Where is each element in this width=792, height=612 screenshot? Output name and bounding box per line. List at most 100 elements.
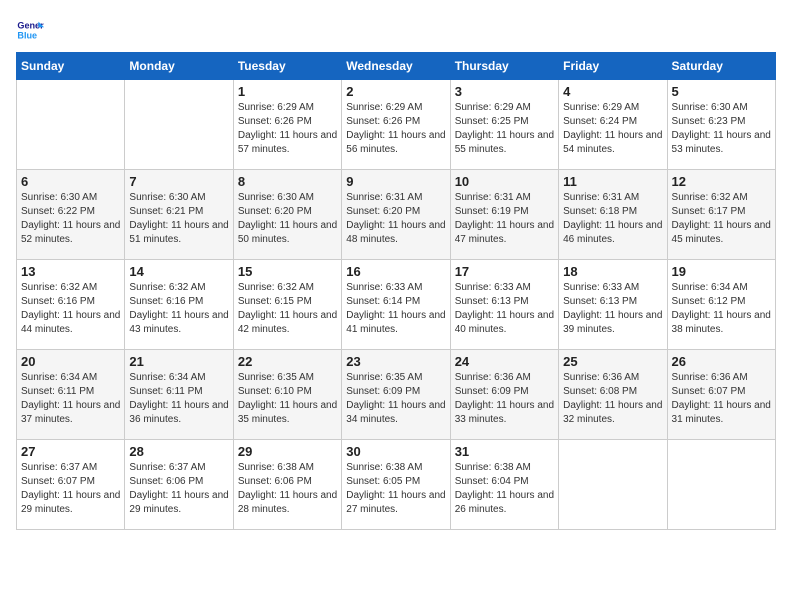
day-number: 9 (346, 174, 445, 189)
day-detail: Sunrise: 6:32 AMSunset: 6:16 PMDaylight:… (21, 281, 120, 337)
logo: General Blue (16, 16, 44, 44)
day-detail: Sunrise: 6:31 AMSunset: 6:19 PMDaylight:… (455, 191, 554, 247)
day-detail: Sunrise: 6:33 AMSunset: 6:13 PMDaylight:… (455, 281, 554, 337)
day-detail: Sunrise: 6:29 AMSunset: 6:25 PMDaylight:… (455, 101, 554, 157)
calendar-week-row: 6 Sunrise: 6:30 AMSunset: 6:22 PMDaylight… (17, 170, 776, 260)
calendar-cell: 11 Sunrise: 6:31 AMSunset: 6:18 PMDayligh… (559, 170, 667, 260)
day-number: 22 (238, 354, 337, 369)
day-detail: Sunrise: 6:29 AMSunset: 6:26 PMDaylight:… (238, 101, 337, 157)
calendar-cell: 21 Sunrise: 6:34 AMSunset: 6:11 PMDayligh… (125, 350, 233, 440)
calendar-cell: 26 Sunrise: 6:36 AMSunset: 6:07 PMDayligh… (667, 350, 775, 440)
day-detail: Sunrise: 6:36 AMSunset: 6:09 PMDaylight:… (455, 371, 554, 427)
calendar-cell (125, 80, 233, 170)
day-number: 23 (346, 354, 445, 369)
weekday-header-friday: Friday (559, 53, 667, 80)
day-number: 8 (238, 174, 337, 189)
day-number: 20 (21, 354, 120, 369)
calendar-cell: 10 Sunrise: 6:31 AMSunset: 6:19 PMDayligh… (450, 170, 558, 260)
calendar-cell: 23 Sunrise: 6:35 AMSunset: 6:09 PMDayligh… (342, 350, 450, 440)
day-number: 28 (129, 444, 228, 459)
day-number: 24 (455, 354, 554, 369)
calendar-cell: 6 Sunrise: 6:30 AMSunset: 6:22 PMDaylight… (17, 170, 125, 260)
day-number: 13 (21, 264, 120, 279)
calendar-cell: 29 Sunrise: 6:38 AMSunset: 6:06 PMDayligh… (233, 440, 341, 530)
calendar-cell (559, 440, 667, 530)
calendar-week-row: 27Sunrise: 6:37 AMSunset: 6:07 PMDayligh… (17, 440, 776, 530)
calendar-cell: 5Sunrise: 6:30 AMSunset: 6:23 PMDaylight… (667, 80, 775, 170)
day-detail: Sunrise: 6:29 AMSunset: 6:24 PMDaylight:… (563, 101, 662, 157)
day-detail: Sunrise: 6:36 AMSunset: 6:07 PMDaylight:… (672, 371, 771, 427)
day-number: 2 (346, 84, 445, 99)
weekday-header-wednesday: Wednesday (342, 53, 450, 80)
day-detail: Sunrise: 6:30 AMSunset: 6:21 PMDaylight:… (129, 191, 228, 247)
day-detail: Sunrise: 6:34 AMSunset: 6:11 PMDaylight:… (129, 371, 228, 427)
page-header: General Blue (16, 16, 776, 44)
day-detail: Sunrise: 6:37 AMSunset: 6:06 PMDaylight:… (129, 461, 228, 517)
calendar-week-row: 20 Sunrise: 6:34 AMSunset: 6:11 PMDayligh… (17, 350, 776, 440)
calendar-week-row: 13 Sunrise: 6:32 AMSunset: 6:16 PMDayligh… (17, 260, 776, 350)
day-number: 29 (238, 444, 337, 459)
calendar-cell: 27Sunrise: 6:37 AMSunset: 6:07 PMDayligh… (17, 440, 125, 530)
day-detail: Sunrise: 6:29 AMSunset: 6:26 PMDaylight:… (346, 101, 445, 157)
calendar-cell: 22Sunrise: 6:35 AMSunset: 6:10 PMDayligh… (233, 350, 341, 440)
weekday-header-tuesday: Tuesday (233, 53, 341, 80)
calendar-cell: 2 Sunrise: 6:29 AMSunset: 6:26 PMDaylight… (342, 80, 450, 170)
day-number: 11 (563, 174, 662, 189)
calendar-body: 1 Sunrise: 6:29 AMSunset: 6:26 PMDaylight… (17, 80, 776, 530)
day-detail: Sunrise: 6:32 AMSunset: 6:16 PMDaylight:… (129, 281, 228, 337)
weekday-header-thursday: Thursday (450, 53, 558, 80)
day-number: 1 (238, 84, 337, 99)
day-number: 15 (238, 264, 337, 279)
calendar-cell: 15 Sunrise: 6:32 AMSunset: 6:15 PMDayligh… (233, 260, 341, 350)
calendar-cell: 20 Sunrise: 6:34 AMSunset: 6:11 PMDayligh… (17, 350, 125, 440)
weekday-header-row: SundayMondayTuesdayWednesdayThursdayFrid… (17, 53, 776, 80)
calendar-cell: 28 Sunrise: 6:37 AMSunset: 6:06 PMDayligh… (125, 440, 233, 530)
day-detail: Sunrise: 6:34 AMSunset: 6:12 PMDaylight:… (672, 281, 771, 337)
day-detail: Sunrise: 6:38 AMSunset: 6:05 PMDaylight:… (346, 461, 445, 517)
calendar-cell: 12 Sunrise: 6:32 AMSunset: 6:17 PMDayligh… (667, 170, 775, 260)
day-number: 7 (129, 174, 228, 189)
day-number: 21 (129, 354, 228, 369)
weekday-header-monday: Monday (125, 53, 233, 80)
day-detail: Sunrise: 6:31 AMSunset: 6:18 PMDaylight:… (563, 191, 662, 247)
day-number: 5 (672, 84, 771, 99)
calendar-week-row: 1 Sunrise: 6:29 AMSunset: 6:26 PMDaylight… (17, 80, 776, 170)
calendar-cell: 1 Sunrise: 6:29 AMSunset: 6:26 PMDaylight… (233, 80, 341, 170)
calendar-cell: 8 Sunrise: 6:30 AMSunset: 6:20 PMDaylight… (233, 170, 341, 260)
day-number: 14 (129, 264, 228, 279)
weekday-header-saturday: Saturday (667, 53, 775, 80)
day-number: 17 (455, 264, 554, 279)
calendar-cell: 3 Sunrise: 6:29 AMSunset: 6:25 PMDaylight… (450, 80, 558, 170)
day-detail: Sunrise: 6:32 AMSunset: 6:17 PMDaylight:… (672, 191, 771, 247)
day-number: 16 (346, 264, 445, 279)
day-number: 10 (455, 174, 554, 189)
day-number: 25 (563, 354, 662, 369)
calendar-cell: 9 Sunrise: 6:31 AMSunset: 6:20 PMDaylight… (342, 170, 450, 260)
calendar-cell: 4Sunrise: 6:29 AMSunset: 6:24 PMDaylight… (559, 80, 667, 170)
calendar-cell: 25Sunrise: 6:36 AMSunset: 6:08 PMDayligh… (559, 350, 667, 440)
calendar-cell (667, 440, 775, 530)
day-detail: Sunrise: 6:34 AMSunset: 6:11 PMDaylight:… (21, 371, 120, 427)
day-number: 26 (672, 354, 771, 369)
day-number: 27 (21, 444, 120, 459)
day-number: 6 (21, 174, 120, 189)
calendar-cell: 31 Sunrise: 6:38 AMSunset: 6:04 PMDayligh… (450, 440, 558, 530)
calendar-table: SundayMondayTuesdayWednesdayThursdayFrid… (16, 52, 776, 530)
day-number: 31 (455, 444, 554, 459)
calendar-cell: 7 Sunrise: 6:30 AMSunset: 6:21 PMDaylight… (125, 170, 233, 260)
day-detail: Sunrise: 6:35 AMSunset: 6:09 PMDaylight:… (346, 371, 445, 427)
calendar-cell: 30Sunrise: 6:38 AMSunset: 6:05 PMDayligh… (342, 440, 450, 530)
day-detail: Sunrise: 6:33 AMSunset: 6:13 PMDaylight:… (563, 281, 662, 337)
day-number: 18 (563, 264, 662, 279)
calendar-cell: 24 Sunrise: 6:36 AMSunset: 6:09 PMDayligh… (450, 350, 558, 440)
day-detail: Sunrise: 6:38 AMSunset: 6:06 PMDaylight:… (238, 461, 337, 517)
day-detail: Sunrise: 6:38 AMSunset: 6:04 PMDaylight:… (455, 461, 554, 517)
day-detail: Sunrise: 6:32 AMSunset: 6:15 PMDaylight:… (238, 281, 337, 337)
day-detail: Sunrise: 6:30 AMSunset: 6:20 PMDaylight:… (238, 191, 337, 247)
day-detail: Sunrise: 6:33 AMSunset: 6:14 PMDaylight:… (346, 281, 445, 337)
day-number: 3 (455, 84, 554, 99)
logo-icon: General Blue (16, 16, 44, 44)
day-detail: Sunrise: 6:30 AMSunset: 6:22 PMDaylight:… (21, 191, 120, 247)
day-number: 12 (672, 174, 771, 189)
day-detail: Sunrise: 6:31 AMSunset: 6:20 PMDaylight:… (346, 191, 445, 247)
